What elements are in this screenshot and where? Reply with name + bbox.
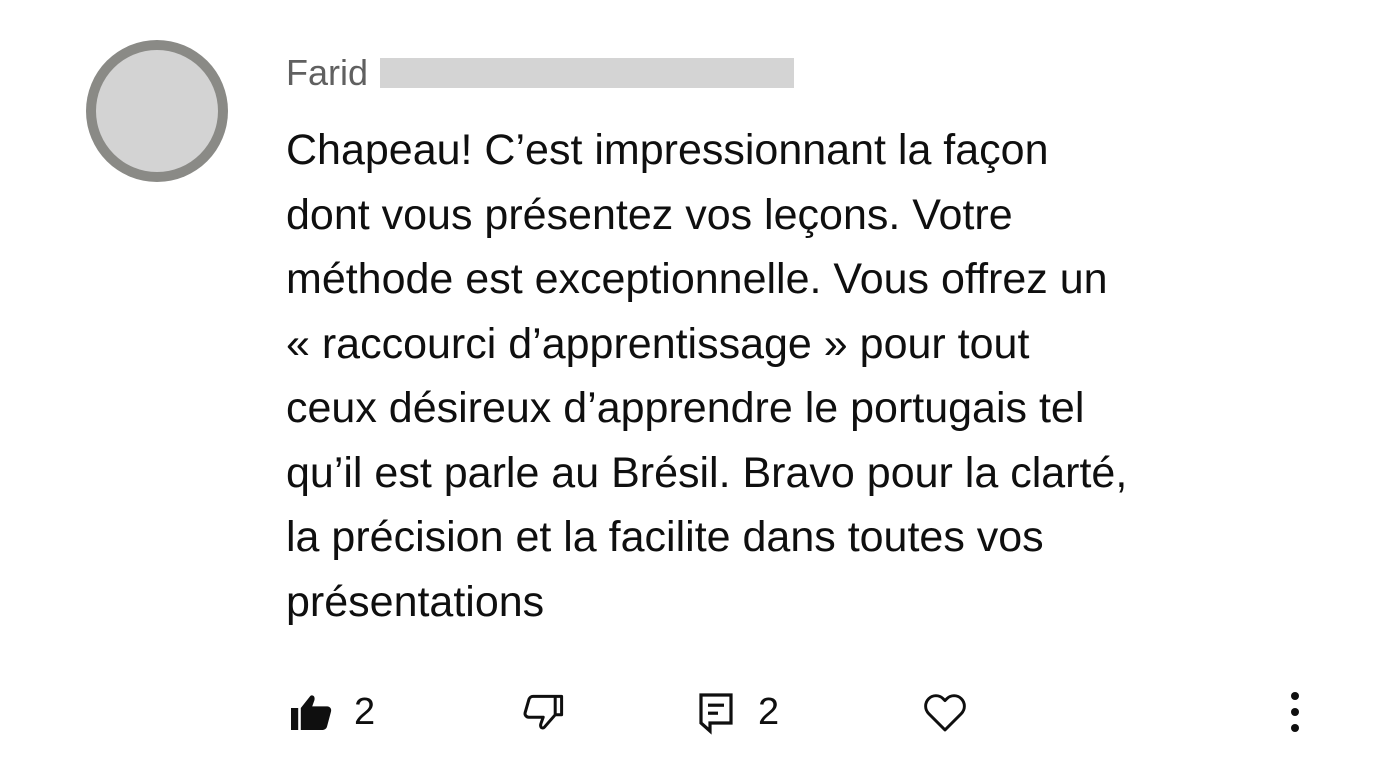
like-count: 2 <box>354 690 376 733</box>
author-row: Farid <box>286 50 795 96</box>
reply-count: 2 <box>758 690 780 733</box>
more-options-button[interactable] <box>1280 680 1310 744</box>
comment-text: Chapeau! C’est impressionnant la façon d… <box>286 126 1128 626</box>
dislike-button[interactable] <box>518 680 566 744</box>
thumbs-up-filled-icon <box>288 688 336 736</box>
comment-bubble-icon <box>692 688 740 736</box>
author-name[interactable]: Farid <box>286 50 368 96</box>
thumbs-down-outline-icon <box>518 688 566 736</box>
replies-button[interactable]: 2 <box>692 680 779 744</box>
avatar-redaction <box>96 50 218 172</box>
heart-outline-icon <box>920 687 970 737</box>
like-button[interactable]: 2 <box>288 680 375 744</box>
redacted-author-surname <box>380 58 795 88</box>
vertical-ellipsis-icon <box>1289 688 1301 736</box>
comment-actions: 2 2 <box>0 680 1388 744</box>
avatar[interactable] <box>86 40 228 182</box>
heart-button[interactable] <box>920 680 970 744</box>
